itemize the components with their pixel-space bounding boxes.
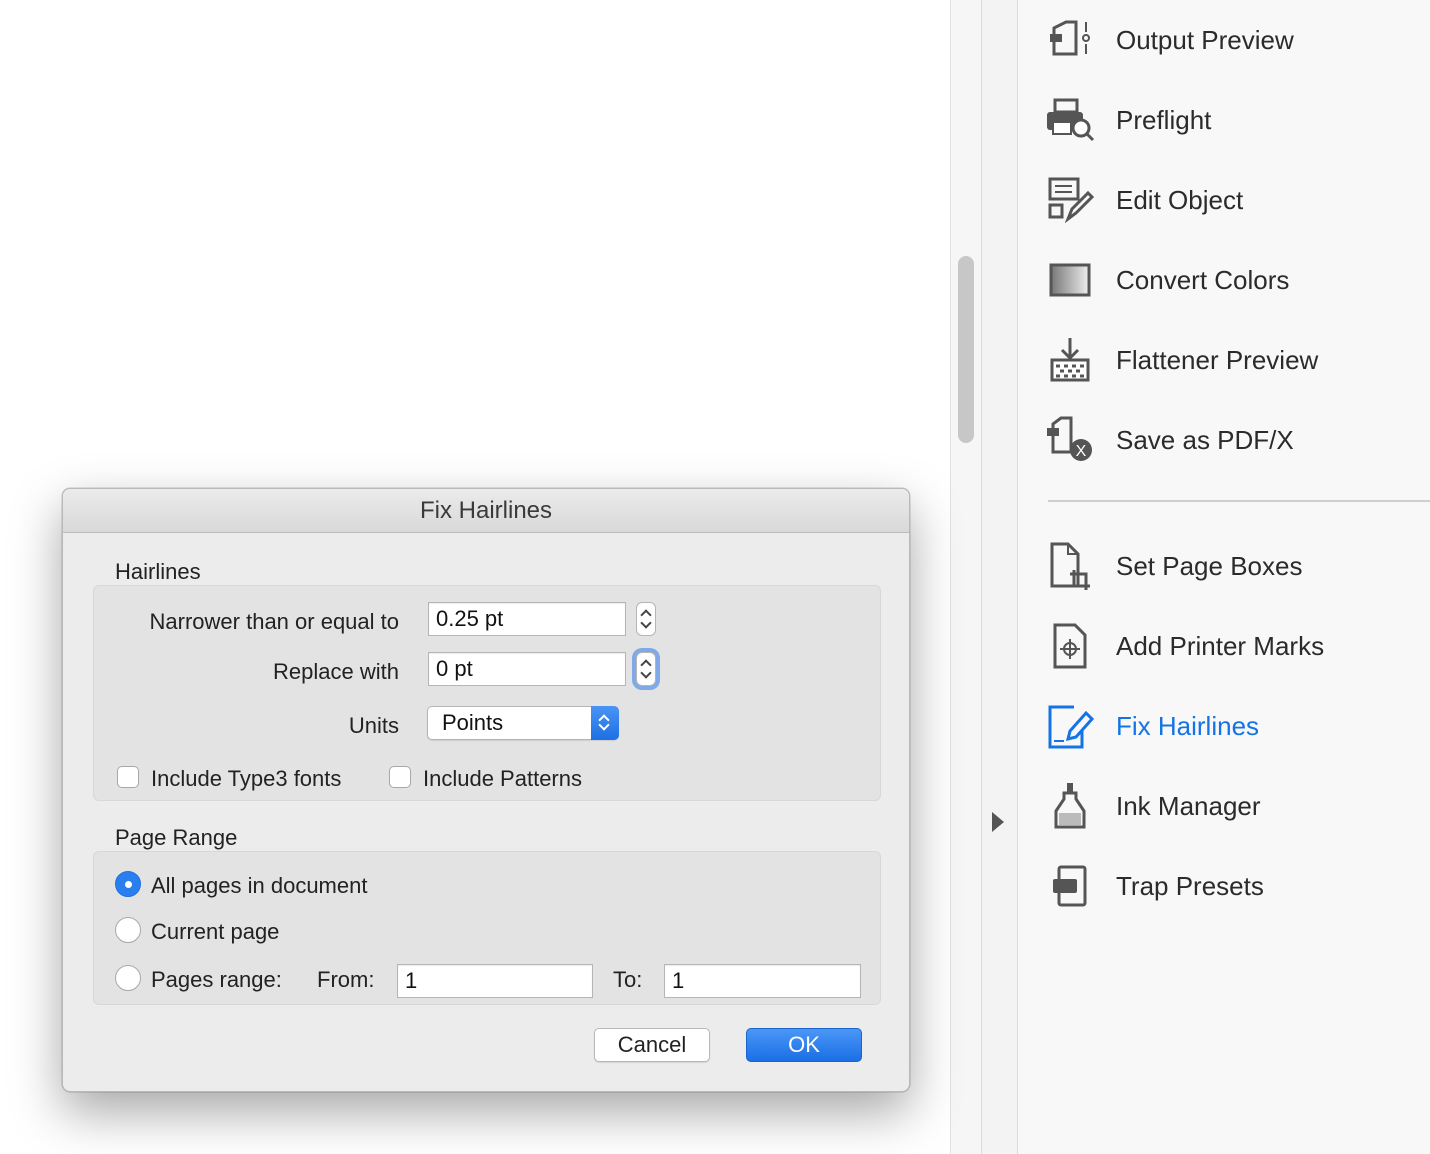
- cancel-button[interactable]: Cancel: [594, 1028, 710, 1062]
- tool-label: Preflight: [1116, 104, 1212, 135]
- include-patterns-label[interactable]: Include Patterns: [423, 766, 582, 792]
- dialog-title: Fix Hairlines: [419, 497, 553, 524]
- tool-edit-object[interactable]: Edit Object: [1030, 170, 1430, 230]
- svg-text:X: X: [1076, 443, 1087, 460]
- to-label: To:: [613, 967, 643, 992]
- ink-manager-icon: [1044, 780, 1096, 832]
- printer-marks-icon: [1044, 620, 1096, 672]
- from-label: From:: [317, 967, 375, 992]
- stepper-down-icon[interactable]: [640, 667, 652, 679]
- trap-presets-icon: [1044, 860, 1096, 912]
- all-pages-radio[interactable]: [115, 871, 141, 897]
- units-label: Units: [348, 713, 399, 738]
- tool-label: Output Preview: [1116, 24, 1294, 55]
- fix-hairlines-dialog: Fix Hairlines Hairlines Narrower than or…: [62, 488, 910, 1092]
- tool-label: Add Printer Marks: [1116, 630, 1325, 661]
- include-type3-label[interactable]: Include Type3 fonts: [151, 766, 341, 792]
- preflight-icon: [1044, 94, 1096, 146]
- tool-fix-hairlines[interactable]: Fix Hairlines: [1030, 696, 1430, 756]
- tool-preflight[interactable]: Preflight: [1030, 90, 1430, 150]
- tool-label: Ink Manager: [1116, 790, 1261, 821]
- narrower-stepper[interactable]: [636, 602, 656, 636]
- stepper-down-icon[interactable]: [640, 617, 652, 629]
- scrollbar-thumb[interactable]: [958, 256, 974, 443]
- tool-label: Flattener Preview: [1116, 344, 1319, 375]
- all-pages-label[interactable]: All pages in document: [151, 873, 367, 899]
- tool-set-page-boxes[interactable]: Set Page Boxes: [1030, 536, 1430, 596]
- hairlines-section-title: Hairlines: [115, 559, 201, 584]
- output-preview-icon: [1044, 14, 1096, 66]
- include-patterns-checkbox[interactable]: [389, 766, 411, 788]
- tool-label: Set Page Boxes: [1116, 550, 1303, 581]
- pages-range-label[interactable]: Pages range:: [151, 967, 282, 993]
- narrower-label: Narrower than or equal to: [149, 609, 399, 634]
- tool-label: Save as PDF/X: [1116, 424, 1294, 455]
- units-select[interactable]: Points: [427, 706, 619, 740]
- current-page-radio[interactable]: [115, 917, 141, 943]
- tool-save-pdfx[interactable]: X Save as PDF/X: [1030, 410, 1430, 470]
- panel-divider: [1048, 500, 1430, 502]
- tool-label: Convert Colors: [1116, 264, 1290, 295]
- dialog-titlebar[interactable]: Fix Hairlines: [63, 489, 909, 533]
- include-type3-checkbox[interactable]: [117, 766, 139, 788]
- narrower-input[interactable]: 0.25 pt: [428, 602, 626, 636]
- tool-ink-manager[interactable]: Ink Manager: [1030, 776, 1430, 836]
- tool-add-printer-marks[interactable]: Add Printer Marks: [1030, 616, 1430, 676]
- current-page-label[interactable]: Current page: [151, 919, 279, 945]
- tool-convert-colors[interactable]: Convert Colors: [1030, 250, 1430, 310]
- page-range-section-title: Page Range: [115, 825, 238, 850]
- pages-range-radio[interactable]: [115, 965, 141, 991]
- convert-colors-icon: [1044, 254, 1096, 306]
- tool-output-preview[interactable]: Output Preview: [1030, 10, 1430, 70]
- set-page-boxes-icon: [1044, 540, 1096, 592]
- panel-collapse-strip[interactable]: [981, 0, 1018, 1154]
- tool-label: Edit Object: [1116, 184, 1244, 215]
- units-selected-value: Points: [442, 710, 504, 735]
- save-pdfx-icon: X: [1044, 414, 1096, 466]
- tool-flattener-preview[interactable]: Flattener Preview: [1030, 330, 1430, 390]
- to-input[interactable]: 1: [664, 964, 861, 998]
- tool-label: Trap Presets: [1116, 870, 1264, 901]
- expand-arrow-icon[interactable]: [992, 812, 1004, 832]
- fix-hairlines-icon: [1044, 700, 1096, 752]
- vertical-scrollbar[interactable]: [950, 0, 981, 1154]
- tool-trap-presets[interactable]: Trap Presets: [1030, 856, 1430, 916]
- edit-object-icon: [1044, 174, 1096, 226]
- popup-arrows-icon: [591, 706, 619, 740]
- from-input[interactable]: 1: [397, 964, 593, 998]
- replace-input[interactable]: 0 pt: [428, 652, 626, 686]
- replace-stepper[interactable]: [636, 652, 656, 686]
- tool-label: Fix Hairlines: [1116, 710, 1260, 741]
- ok-button[interactable]: OK: [746, 1028, 862, 1062]
- replace-label: Replace with: [273, 659, 399, 684]
- flattener-preview-icon: [1044, 334, 1096, 386]
